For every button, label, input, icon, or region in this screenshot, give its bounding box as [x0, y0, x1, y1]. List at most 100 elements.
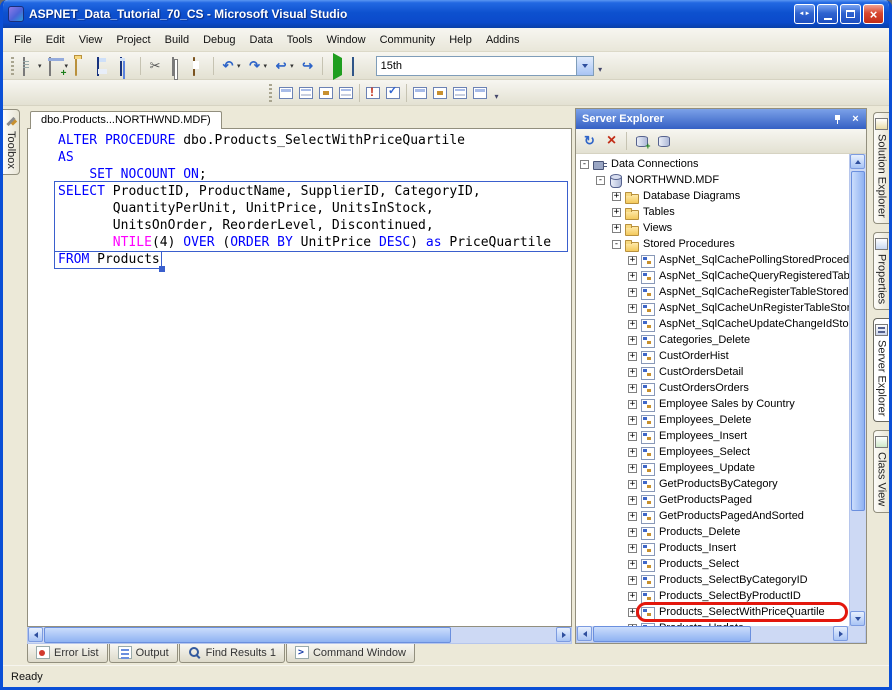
tree-item[interactable]: -NORTHWND.MDF: [576, 172, 849, 188]
tree-item[interactable]: +AspNet_SqlCacheUpdateChangeIdStoredProc…: [576, 316, 849, 332]
add-derived-table-button[interactable]: [471, 84, 489, 102]
tree-item[interactable]: -Stored Procedures: [576, 236, 849, 252]
menu-item-data[interactable]: Data: [243, 31, 280, 49]
stop-refresh-button[interactable]: ×: [601, 131, 622, 151]
navigate-backward-button[interactable]: ↩▾: [270, 55, 297, 77]
expand-plus-icon[interactable]: +: [628, 592, 637, 601]
show-diagram-pane-button[interactable]: [277, 84, 295, 102]
expand-plus-icon[interactable]: +: [628, 352, 637, 361]
tree-item[interactable]: +CustOrdersDetail: [576, 364, 849, 380]
expand-plus-icon[interactable]: +: [628, 272, 637, 281]
expand-plus-icon[interactable]: +: [628, 464, 637, 473]
expand-plus-icon[interactable]: +: [628, 320, 637, 329]
tree-item[interactable]: +AspNet_SqlCacheUnRegisterTableStoredPro…: [576, 300, 849, 316]
server-explorer-titlebar[interactable]: Server Explorer ×: [576, 109, 866, 129]
tree-item[interactable]: +Employees_Insert: [576, 428, 849, 444]
tree-item[interactable]: +CustOrdersOrders: [576, 380, 849, 396]
save-button[interactable]: [93, 55, 115, 77]
toolbar-grip[interactable]: [269, 84, 272, 102]
toolbar-combo[interactable]: 15th: [376, 56, 594, 76]
show-criteria-pane-button[interactable]: [297, 84, 315, 102]
tree-item[interactable]: +Employee Sales by Country: [576, 396, 849, 412]
add-group-by-button[interactable]: [451, 84, 469, 102]
undo-button[interactable]: ↶▾: [217, 55, 244, 77]
expand-plus-icon[interactable]: +: [628, 432, 637, 441]
menu-item-window[interactable]: Window: [319, 31, 372, 49]
expand-plus-icon[interactable]: +: [612, 224, 621, 233]
tree-item[interactable]: +Employees_Update: [576, 460, 849, 476]
tree-item[interactable]: +Database Diagrams: [576, 188, 849, 204]
toolbox-tab[interactable]: Toolbox: [3, 109, 20, 175]
expand-plus-icon[interactable]: +: [628, 304, 637, 313]
right-tab-class-view[interactable]: Class View: [873, 430, 889, 512]
scroll-down-button[interactable]: [850, 611, 865, 626]
bottom-tab-output[interactable]: Output: [109, 644, 178, 663]
tree-item[interactable]: +Views: [576, 220, 849, 236]
right-tab-solution-explorer[interactable]: Solution Explorer: [873, 112, 889, 224]
connect-to-server-button[interactable]: [653, 131, 674, 151]
selection-handle[interactable]: [159, 266, 165, 272]
minimize-button[interactable]: [817, 4, 838, 24]
expand-plus-icon[interactable]: +: [628, 496, 637, 505]
scroll-right-button[interactable]: [556, 627, 571, 642]
copy-button[interactable]: [166, 55, 188, 77]
expand-plus-icon[interactable]: +: [628, 560, 637, 569]
right-tab-properties[interactable]: Properties: [873, 232, 889, 310]
toolbar-overflow-button[interactable]: ▾: [594, 56, 607, 76]
expand-plus-icon[interactable]: +: [628, 544, 637, 553]
new-project-button[interactable]: ▾: [18, 55, 45, 77]
tree-item[interactable]: +AspNet_SqlCachePollingStoredProcedure: [576, 252, 849, 268]
toolbar-grip[interactable]: [11, 57, 14, 75]
expand-plus-icon[interactable]: +: [628, 256, 637, 265]
menu-item-view[interactable]: View: [72, 31, 110, 49]
expand-plus-icon[interactable]: +: [628, 416, 637, 425]
menu-item-addins[interactable]: Addins: [479, 31, 527, 49]
expand-plus-icon[interactable]: +: [628, 608, 637, 617]
connect-to-database-button[interactable]: [631, 131, 652, 151]
tree-item[interactable]: +CustOrderHist: [576, 348, 849, 364]
change-type-button[interactable]: [411, 84, 429, 102]
scroll-left-button[interactable]: [28, 627, 43, 642]
right-tab-server-explorer[interactable]: Server Explorer: [873, 318, 889, 422]
tree-item[interactable]: +GetProductsByCategory: [576, 476, 849, 492]
title-bar[interactable]: ASPNET_Data_Tutorial_70_CS - Microsoft V…: [3, 0, 889, 28]
tree-item[interactable]: +GetProductsPagedAndSorted: [576, 508, 849, 524]
start-debug-button[interactable]: [326, 55, 348, 77]
combo-dropdown-button[interactable]: [576, 57, 593, 75]
menu-item-community[interactable]: Community: [373, 31, 443, 49]
build-button[interactable]: [348, 55, 370, 77]
menu-item-debug[interactable]: Debug: [196, 31, 242, 49]
expand-plus-icon[interactable]: +: [628, 368, 637, 377]
scroll-right-button[interactable]: [833, 626, 848, 641]
redo-button[interactable]: ↷▾: [244, 55, 271, 77]
tree-item[interactable]: +Categories_Delete: [576, 332, 849, 348]
dock-arrows-button[interactable]: ◄►: [794, 4, 815, 24]
tree-item[interactable]: +Tables: [576, 204, 849, 220]
cut-button[interactable]: ✂: [144, 55, 166, 77]
scroll-thumb[interactable]: [851, 171, 865, 511]
add-table-button[interactable]: [431, 84, 449, 102]
tree-item[interactable]: +GetProductsPaged: [576, 492, 849, 508]
tree-item[interactable]: +Employees_Delete: [576, 412, 849, 428]
expand-plus-icon[interactable]: +: [628, 336, 637, 345]
expand-plus-icon[interactable]: +: [628, 400, 637, 409]
scroll-up-button[interactable]: [850, 154, 865, 169]
expand-minus-icon[interactable]: -: [596, 176, 605, 185]
tree-item[interactable]: +Products_SelectWithPriceQuartile: [576, 604, 849, 620]
refresh-button[interactable]: ↻: [579, 131, 600, 151]
menu-item-edit[interactable]: Edit: [39, 31, 72, 49]
editor-horizontal-scrollbar[interactable]: [27, 627, 572, 644]
expand-plus-icon[interactable]: +: [628, 448, 637, 457]
menu-item-help[interactable]: Help: [442, 31, 479, 49]
expand-minus-icon[interactable]: -: [580, 160, 589, 169]
save-all-button[interactable]: [115, 55, 137, 77]
tree-item[interactable]: +AspNet_SqlCacheRegisterTableStoredProce…: [576, 284, 849, 300]
tree-item[interactable]: +Products_Select: [576, 556, 849, 572]
tree-item[interactable]: +Products_Delete: [576, 524, 849, 540]
tree-item[interactable]: +Products_SelectByProductID: [576, 588, 849, 604]
expand-plus-icon[interactable]: +: [628, 384, 637, 393]
toolbar-overflow-button[interactable]: ▾: [490, 83, 503, 103]
bottom-tab-command-window[interactable]: Command Window: [286, 644, 415, 663]
expand-plus-icon[interactable]: +: [628, 288, 637, 297]
execute-sql-button[interactable]: [364, 84, 382, 102]
